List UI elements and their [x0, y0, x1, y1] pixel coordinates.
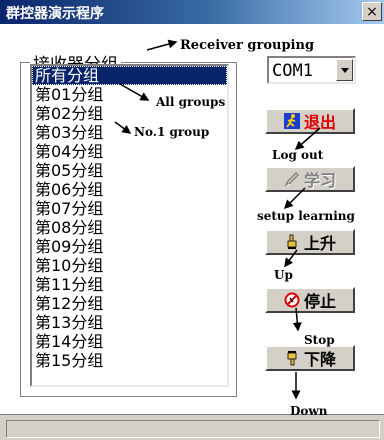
- annotation-down: Down: [290, 404, 328, 418]
- list-item[interactable]: 第07分组: [32, 199, 227, 218]
- window-title: 群控器演示程序: [6, 6, 104, 22]
- list-item[interactable]: 第04分组: [32, 142, 227, 161]
- close-button[interactable]: ×: [362, 2, 382, 21]
- list-item[interactable]: 第13分组: [32, 313, 227, 332]
- annotation-all-groups: All groups: [156, 95, 226, 109]
- learn-button-label: 学习: [303, 171, 336, 190]
- up-button-label: 上升: [303, 234, 336, 253]
- exit-button-label: 退出: [303, 113, 336, 132]
- down-button-label: 下降: [303, 350, 336, 369]
- annotation-log-out: Log out: [272, 148, 324, 162]
- pen-icon: [284, 171, 300, 187]
- list-item[interactable]: 第06分组: [32, 180, 227, 199]
- list-item[interactable]: 第12分组: [32, 294, 227, 313]
- annotation-receiver-grouping: Receiver grouping: [180, 38, 315, 53]
- list-item[interactable]: 第14分组: [32, 332, 227, 351]
- running-person-icon: [283, 113, 300, 129]
- annotation-setup-learning: setup learning: [257, 209, 355, 223]
- status-panel: [6, 420, 380, 438]
- hand-down-icon: [284, 350, 300, 366]
- annotation-no1-group: No.1 group: [134, 125, 210, 139]
- list-item[interactable]: 第08分组: [32, 218, 227, 237]
- port-select-value: COM1: [272, 61, 313, 81]
- list-item[interactable]: 第15分组: [32, 351, 227, 370]
- learn-button[interactable]: 学习: [265, 166, 355, 192]
- annotation-stop: Stop: [304, 333, 335, 347]
- groups-listbox[interactable]: 所有分组 第01分组 第02分组 第03分组 第04分组 第05分组 第06分组 第07分组第…: [30, 64, 229, 387]
- list-item[interactable]: 第11分组: [32, 275, 227, 294]
- stop-button[interactable]: 停止: [265, 287, 355, 313]
- up-button[interactable]: 上升: [265, 229, 355, 255]
- annotation-up: Up: [274, 268, 293, 282]
- title-bar[interactable]: 群控器演示程序 ×: [0, 0, 384, 24]
- no-sign-icon: [284, 292, 300, 308]
- chevron-down-icon[interactable]: [336, 59, 353, 81]
- port-select[interactable]: COM1: [267, 56, 356, 84]
- list-item[interactable]: 第09分组: [32, 237, 227, 256]
- hand-up-icon: [284, 234, 300, 250]
- list-item[interactable]: 第05分组: [32, 161, 227, 180]
- exit-button[interactable]: 退出: [265, 108, 355, 134]
- list-item[interactable]: 所有分组: [32, 66, 227, 85]
- stop-button-label: 停止: [303, 292, 336, 311]
- down-button[interactable]: 下降: [265, 345, 355, 371]
- list-item[interactable]: 第10分组: [32, 256, 227, 275]
